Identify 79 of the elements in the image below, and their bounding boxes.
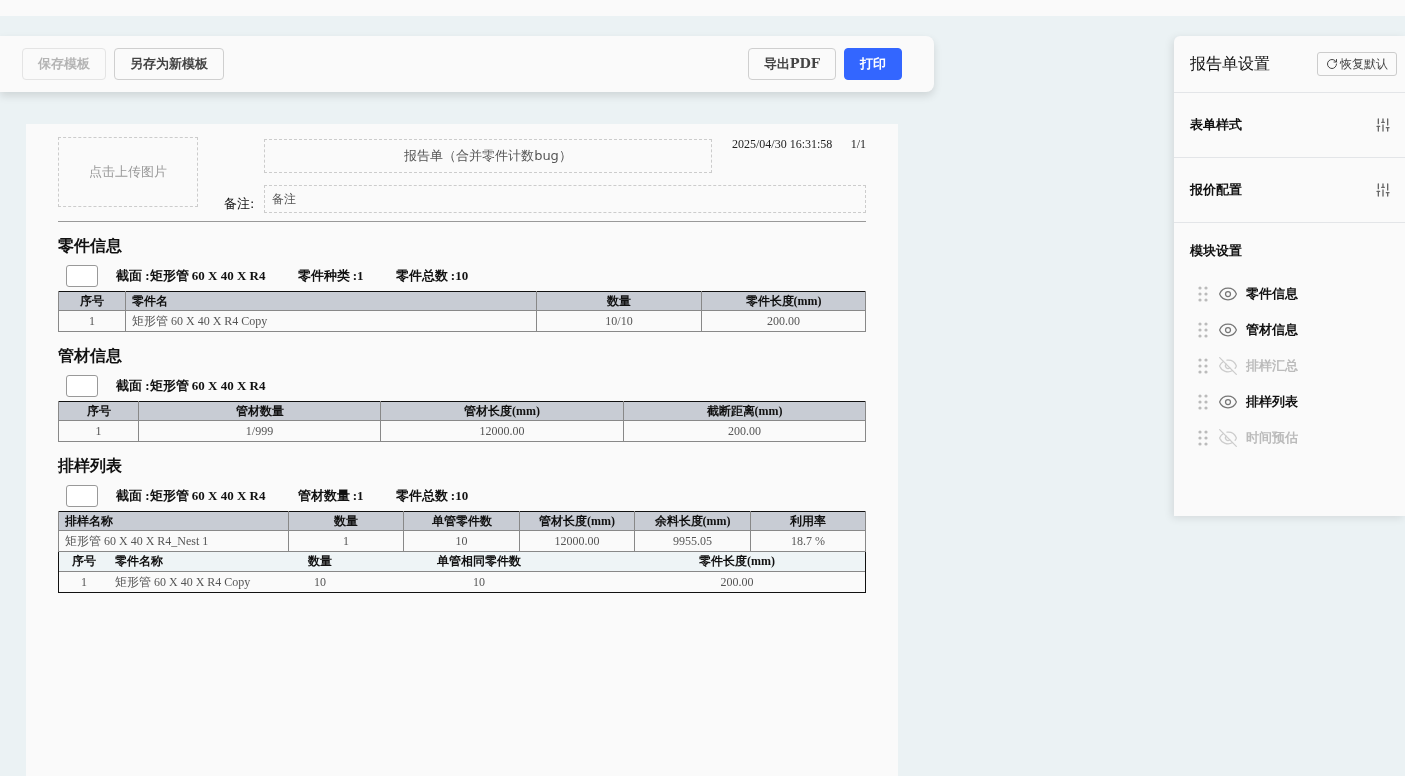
module-label: 排样列表 (1246, 393, 1298, 411)
summary-text: 截面 :矩形管 60 X 40 X R4 (116, 267, 266, 285)
table-cell: 矩形管 60 X 40 X R4 Copy (109, 571, 290, 592)
blank-box (66, 265, 98, 287)
table-cell: 1 (58, 420, 139, 442)
table-cell: 矩形管 60 X 40 X R4_Nest 1 (58, 530, 289, 552)
drag-handle-icon[interactable] (1196, 357, 1210, 375)
modules-title: 模块设置 (1190, 242, 1243, 260)
column-header: 管材长度(mm) (380, 401, 624, 421)
group-label: 表单样式 (1190, 116, 1242, 134)
column-header: 零件名 (125, 291, 537, 311)
section-title: 排样列表 (58, 456, 123, 477)
settings-icon[interactable] (1375, 117, 1391, 133)
table-cell: 200.00 (701, 310, 866, 332)
summary-text: 零件种类 :1 (297, 267, 364, 285)
drag-handle-icon[interactable] (1196, 393, 1210, 411)
column-header: 排样名称 (58, 511, 289, 531)
report-title[interactable]: 报告单（合并零件计数bug） (264, 139, 712, 173)
column-header: 单管相同零件数 (350, 552, 608, 572)
column-header: 零件长度(mm) (608, 552, 866, 572)
drag-handle-icon[interactable] (1196, 429, 1210, 447)
column-header: 零件长度(mm) (701, 291, 866, 311)
column-header: 零件名称 (109, 552, 290, 572)
table-cell: 1/999 (138, 420, 381, 442)
refresh-icon (1326, 58, 1338, 70)
module-label: 零件信息 (1246, 285, 1298, 303)
column-header: 序号 (58, 401, 139, 421)
reset-button[interactable]: 恢复默认 (1317, 52, 1397, 76)
eye-off-icon[interactable] (1218, 356, 1238, 376)
column-header: 余料长度(mm) (634, 511, 751, 531)
table-cell: 1 (288, 530, 404, 552)
toolbar-button[interactable]: 导出PDF (747, 48, 836, 80)
section-title: 零件信息 (58, 236, 123, 257)
summary-text: 截面 :矩形管 60 X 40 X R4 (116, 487, 266, 505)
drag-handle-icon[interactable] (1196, 285, 1210, 303)
timestamp: 2025/04/30 16:31:58 (732, 137, 833, 152)
table-cell: 1 (58, 310, 126, 332)
module-label: 管材信息 (1246, 321, 1298, 339)
page-number: 1/1 (850, 137, 866, 152)
table-cell: 10 (290, 571, 350, 592)
table-cell: 9955.05 (634, 530, 751, 552)
summary-text: 零件总数 :10 (395, 487, 469, 505)
table-cell: 200.00 (623, 420, 866, 442)
table-cell: 1 (59, 571, 109, 592)
remark-field[interactable]: 备注 (264, 185, 866, 213)
table-cell: 200.00 (608, 571, 866, 592)
column-header: 数量 (288, 511, 404, 531)
column-header: 序号 (58, 291, 126, 311)
column-header: 数量 (290, 552, 350, 572)
remark-label: 备注: (224, 195, 256, 213)
summary-text: 零件总数 :10 (395, 267, 469, 285)
panel-title: 报告单设置 (1190, 53, 1270, 75)
print-button[interactable]: 打印 (844, 48, 902, 80)
column-header: 利用率 (750, 511, 866, 531)
table-cell: 12000.00 (519, 530, 635, 552)
section-title: 管材信息 (58, 346, 123, 367)
blank-box (66, 485, 98, 507)
column-header: 截断距离(mm) (623, 401, 866, 421)
table-cell: 10/10 (536, 310, 702, 332)
column-header: 序号 (59, 552, 109, 572)
summary-text: 截面 :矩形管 60 X 40 X R4 (116, 377, 266, 395)
column-header: 管材长度(mm) (519, 511, 635, 531)
column-header: 管材数量 (138, 401, 381, 421)
column-header: 数量 (536, 291, 702, 311)
table-cell: 18.7 % (750, 530, 866, 552)
blank-box (66, 375, 98, 397)
group-label: 报价配置 (1190, 181, 1242, 199)
table-cell: 12000.00 (380, 420, 624, 442)
eye-off-icon[interactable] (1218, 428, 1238, 448)
summary-text: 管材数量 :1 (297, 487, 364, 505)
column-header: 单管零件数 (403, 511, 520, 531)
table-cell: 矩形管 60 X 40 X R4 Copy (125, 310, 537, 332)
module-label: 时间预估 (1246, 429, 1298, 447)
module-label: 排样汇总 (1246, 357, 1298, 375)
table-cell: 10 (350, 571, 608, 592)
drag-handle-icon[interactable] (1196, 321, 1210, 339)
settings-icon[interactable] (1375, 182, 1391, 198)
table-cell: 10 (403, 530, 520, 552)
toolbar-button[interactable]: 另存为新模板 (114, 48, 224, 80)
